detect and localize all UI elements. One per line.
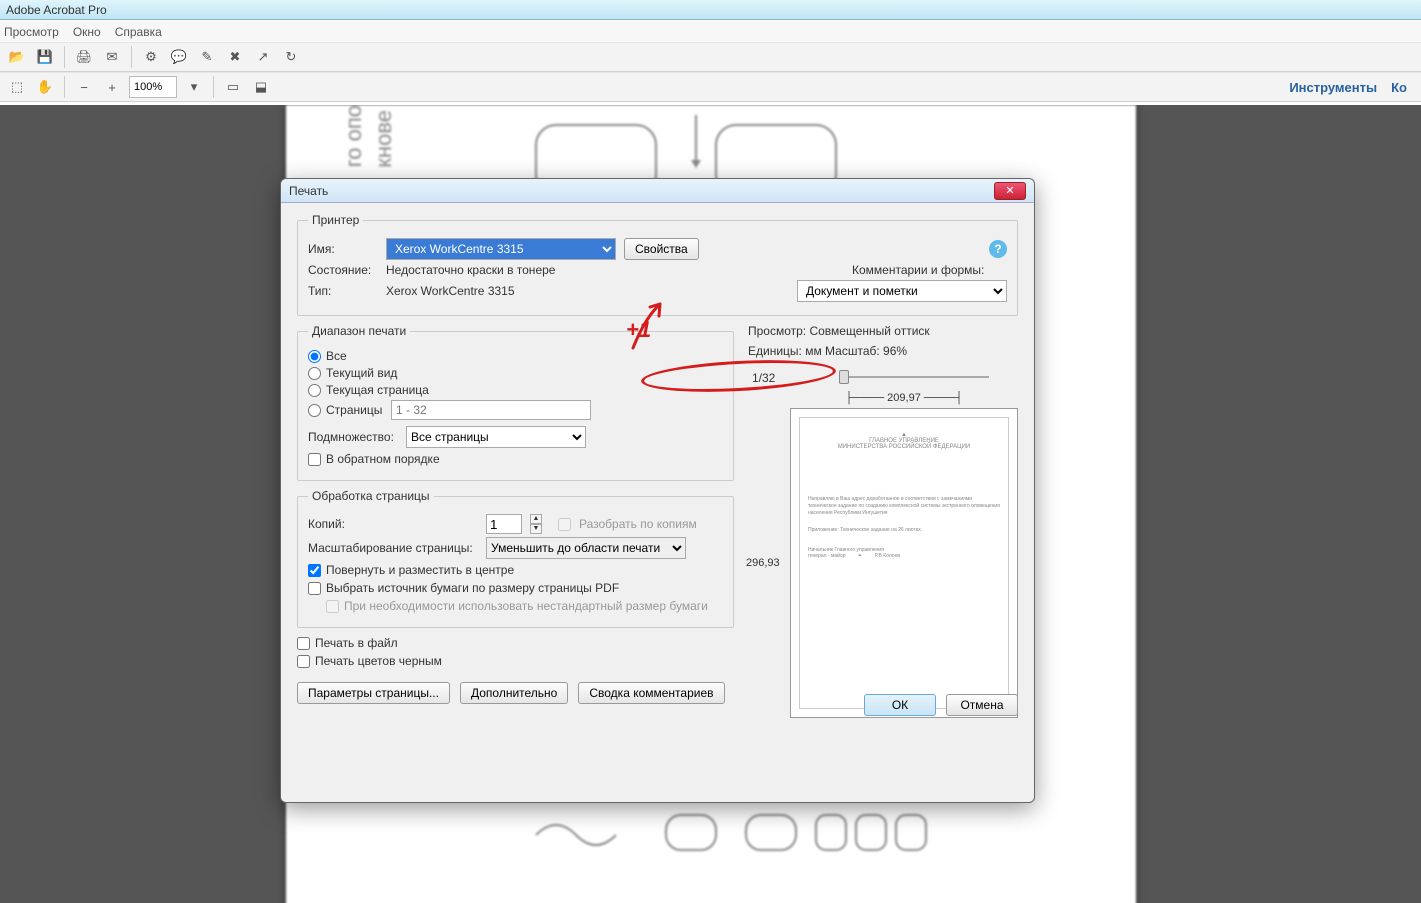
type-value: Xerox WorkCentre 3315 (386, 284, 515, 298)
radio-view-label: Текущий вид (326, 366, 397, 380)
printer-legend: Принтер (308, 213, 363, 227)
handling-legend: Обработка страницы (308, 489, 434, 503)
comments-panel[interactable]: Ко (1391, 80, 1407, 95)
customsize-label: При необходимости использовать нестандар… (344, 599, 708, 613)
scale-select[interactable]: Уменьшить до области печати (486, 537, 686, 559)
zoom-in-icon[interactable]: + (101, 76, 123, 98)
radio-page[interactable] (308, 384, 321, 397)
range-fieldset: Диапазон печати Все Текущий вид Текущая … (297, 324, 734, 481)
summary-button[interactable]: Сводка комментариев (578, 682, 724, 704)
printer-select[interactable]: Xerox WorkCentre 3315 (386, 238, 616, 260)
copies-label: Копий: (308, 517, 478, 531)
radio-all-label: Все (326, 349, 347, 363)
fitpage-icon[interactable]: ▭ (222, 76, 244, 98)
help-icon[interactable]: ? (989, 240, 1007, 258)
printer-fieldset: Принтер Имя: Xerox WorkCentre 3315 Свойс… (297, 213, 1018, 316)
tofile-label: Печать в файл (315, 636, 398, 650)
menu-window[interactable]: Окно (73, 25, 101, 39)
page-counter: 1/32 (752, 371, 775, 385)
hand-icon[interactable]: ✋ (34, 76, 56, 98)
radio-pages[interactable] (308, 404, 321, 417)
center-checkbox[interactable] (308, 564, 321, 577)
customsize-checkbox (326, 600, 339, 613)
reverse-checkbox[interactable] (308, 453, 321, 466)
zoom-level[interactable] (129, 76, 177, 98)
page-setup-button[interactable]: Параметры страницы... (297, 682, 450, 704)
preview-width: 209,97 (887, 392, 921, 404)
properties-button[interactable]: Свойства (624, 238, 699, 260)
menubar: Просмотр Окно Справка (0, 20, 1421, 42)
subset-select[interactable]: Все страницы (406, 426, 586, 448)
source-checkbox[interactable] (308, 582, 321, 595)
app-title: Adobe Acrobat Pro (6, 3, 107, 17)
preview-units: Единицы: мм Масштаб: 96% (748, 344, 1018, 358)
scale-label: Масштабирование страницы: (308, 541, 478, 555)
menu-view[interactable]: Просмотр (4, 25, 59, 39)
refresh-icon[interactable]: ↻ (280, 46, 302, 68)
cancel-button[interactable]: Отмена (946, 694, 1018, 716)
zoom-dropdown-icon[interactable]: ▾ (183, 76, 205, 98)
email-icon[interactable]: ✉ (101, 46, 123, 68)
copies-spinner[interactable]: ▲▼ (530, 514, 542, 534)
preview-pane: Просмотр: Совмещенный оттиск Единицы: мм… (748, 324, 1018, 718)
black-label: Печать цветов черным (315, 654, 442, 668)
subset-label: Подмножество: (308, 430, 398, 444)
zoom-out-icon[interactable]: − (73, 76, 95, 98)
preview-height: 296,93 (746, 557, 780, 569)
black-checkbox[interactable] (297, 655, 310, 668)
radio-pages-label: Страницы (326, 403, 386, 417)
radio-view[interactable] (308, 367, 321, 380)
radio-all[interactable] (308, 350, 321, 363)
advanced-button[interactable]: Дополнительно (460, 682, 568, 704)
preview-page: ▲ГЛАВНОЕ УПРАВЛЕНИЕМИНИСТЕРСТВА РОССИЙСК… (790, 408, 1018, 718)
toolbar-main: 📂 💾 🖨 ✉ ⚙ 💬 ✎ ✖ ↗ ↻ (0, 42, 1421, 72)
edit-icon[interactable]: ✎ (196, 46, 218, 68)
export-icon[interactable]: ↗ (252, 46, 274, 68)
close-button[interactable]: ✕ (994, 182, 1026, 200)
print-icon[interactable]: 🖨 (73, 46, 95, 68)
comments-select[interactable]: Документ и пометки (797, 280, 1007, 302)
tools-panel[interactable]: Инструменты (1289, 80, 1377, 95)
pages-input[interactable] (391, 400, 591, 420)
comment-icon[interactable]: 💬 (168, 46, 190, 68)
copies-input[interactable] (486, 514, 522, 534)
reverse-label: В обратном порядке (326, 452, 440, 466)
source-label: Выбрать источник бумаги по размеру стран… (326, 581, 619, 595)
save-icon[interactable]: 💾 (34, 46, 56, 68)
select-icon[interactable]: ⬚ (6, 76, 28, 98)
toolbar-view: ⬚ ✋ − + ▾ ▭ ⬓ Инструменты Ко (0, 72, 1421, 102)
ok-button[interactable]: ОК (864, 694, 936, 716)
radio-page-label: Текущая страница (326, 383, 429, 397)
dialog-titlebar: Печать ✕ (281, 179, 1034, 203)
name-label: Имя: (308, 242, 378, 256)
range-legend: Диапазон печати (308, 324, 410, 338)
state-label: Состояние: (308, 263, 378, 277)
center-label: Повернуть и разместить в центре (326, 563, 514, 577)
gear-icon[interactable]: ⚙ (140, 46, 162, 68)
state-value: Недостаточно краски в тонере (386, 263, 555, 277)
handling-fieldset: Обработка страницы Копий: ▲▼ Разобрать п… (297, 489, 734, 628)
delete-icon[interactable]: ✖ (224, 46, 246, 68)
preview-header: Просмотр: Совмещенный оттиск (748, 324, 1018, 338)
collate-checkbox (558, 518, 571, 531)
titlebar: Adobe Acrobat Pro (0, 0, 1421, 20)
print-dialog: Печать ✕ Принтер Имя: Xerox WorkCentre 3… (280, 178, 1035, 803)
menu-help[interactable]: Справка (115, 25, 162, 39)
fitwidth-icon[interactable]: ⬓ (250, 76, 272, 98)
type-label: Тип: (308, 284, 378, 298)
collate-label: Разобрать по копиям (579, 517, 697, 531)
tofile-checkbox[interactable] (297, 637, 310, 650)
page-slider[interactable] (839, 368, 989, 386)
dialog-title: Печать (289, 184, 328, 198)
open-icon[interactable]: 📂 (6, 46, 28, 68)
comments-label: Комментарии и формы: (852, 263, 1007, 277)
